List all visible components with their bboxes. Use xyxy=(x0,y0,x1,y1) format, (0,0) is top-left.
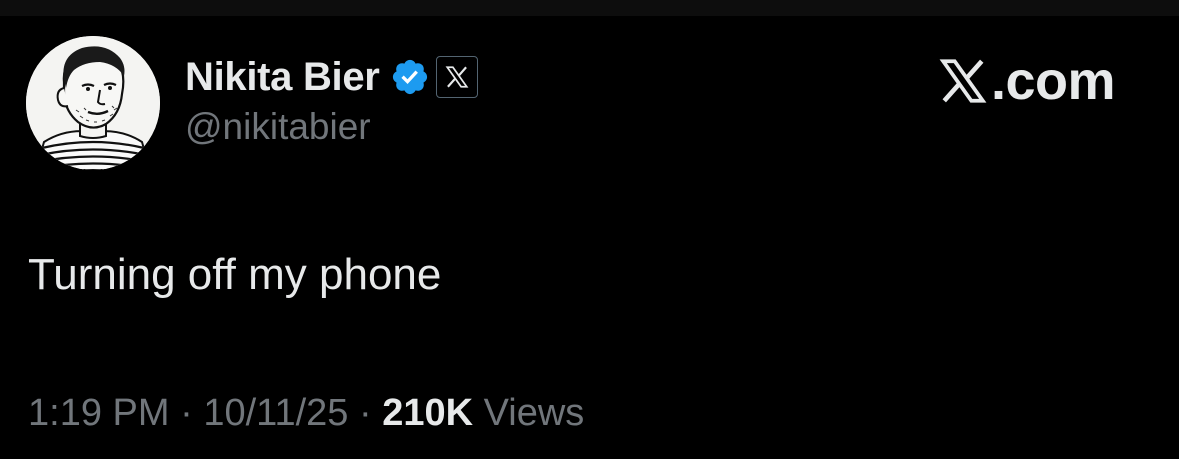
x-com-watermark: .com xyxy=(937,50,1116,112)
tweet-time[interactable]: 1:19 PM xyxy=(28,392,170,434)
author-identity: Nikita Bier @nikitabier xyxy=(185,52,478,148)
tweet-text: Turning off my phone xyxy=(28,250,442,299)
top-bar xyxy=(0,0,1179,16)
author-handle[interactable]: @nikitabier xyxy=(185,106,478,148)
verified-badge-icon[interactable] xyxy=(390,57,430,97)
affiliate-badge[interactable] xyxy=(435,56,478,98)
watermark-text: .com xyxy=(990,51,1116,111)
meta-separator: · xyxy=(169,392,204,434)
x-logo-icon xyxy=(445,66,468,88)
tweet-date[interactable]: 10/11/25 xyxy=(203,392,348,434)
author-display-name[interactable]: Nikita Bier xyxy=(185,55,380,100)
views-count[interactable]: 210K xyxy=(382,392,473,434)
author-name-row: Nikita Bier xyxy=(185,52,478,102)
tweet-meta: 1:19 PM · 10/11/25 · 210K Views xyxy=(28,392,584,435)
avatar[interactable] xyxy=(26,36,160,170)
x-logo-icon xyxy=(939,59,987,103)
views-label: Views xyxy=(473,392,585,434)
meta-separator: · xyxy=(348,392,383,434)
avatar-sketch xyxy=(26,36,160,170)
